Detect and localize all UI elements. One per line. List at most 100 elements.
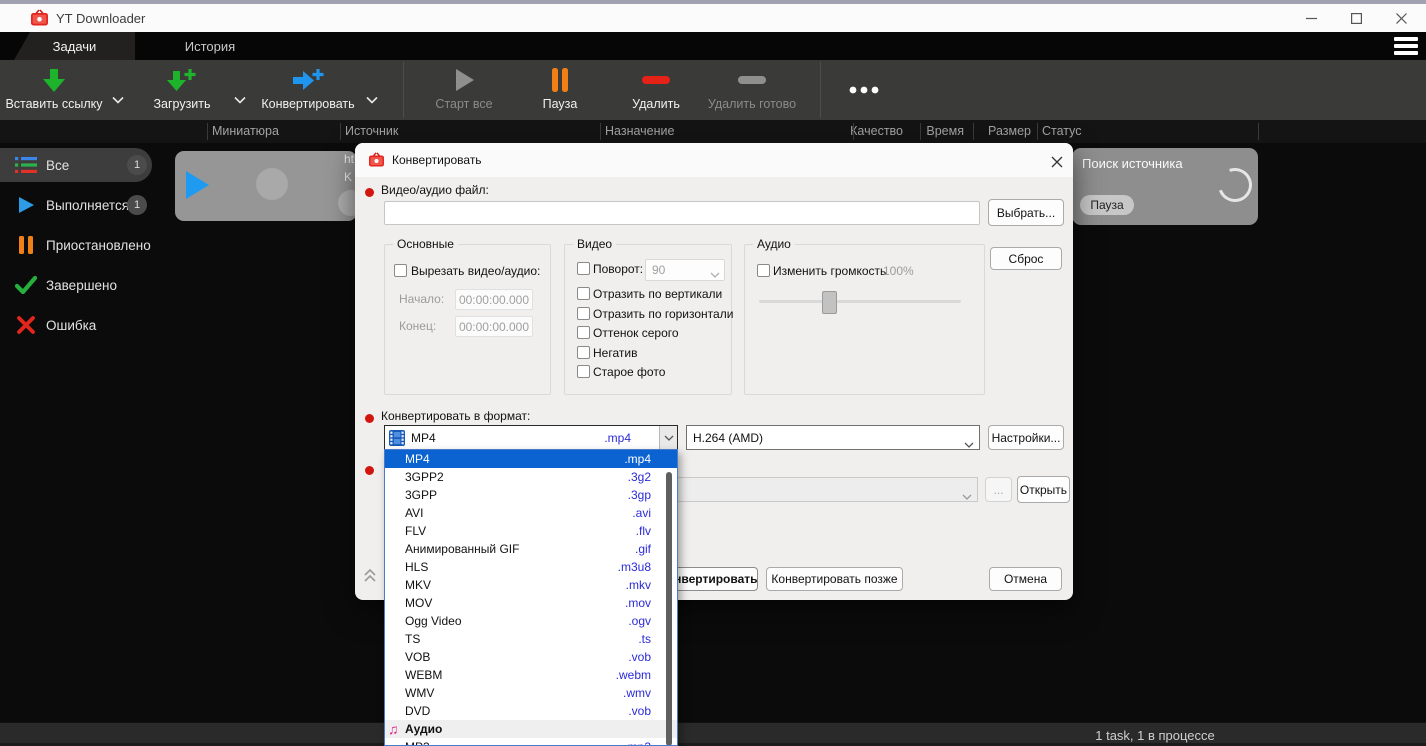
sidebar-item-all[interactable]: Все1: [0, 148, 152, 182]
codec-combobox[interactable]: H.264 (AMD): [686, 425, 980, 450]
source-pause-button[interactable]: Пауза: [1080, 195, 1134, 215]
format-dropdown-list: MP4.mp43GPP2.3g23GPP.3gpAVI.aviFLV.flvАн…: [384, 449, 678, 746]
toolbar-button-download[interactable]: Загрузить: [136, 65, 228, 115]
video-option-checkbox-2[interactable]: [577, 307, 590, 320]
toolbar-button-convert[interactable]: Конвертировать: [252, 65, 364, 115]
dropdown-item-mp4[interactable]: MP4.mp4: [385, 450, 677, 468]
tab-history[interactable]: История: [150, 32, 270, 60]
end-label: Конец:: [399, 319, 436, 333]
collapse-dialog-icon[interactable]: [361, 565, 379, 590]
dialog-app-icon: [368, 152, 385, 172]
convert-later-button[interactable]: Конвертировать позже: [766, 567, 903, 591]
output-browse-button: ...: [985, 477, 1012, 502]
maximize-button[interactable]: [1339, 4, 1373, 32]
minimize-button[interactable]: [1294, 4, 1328, 32]
choose-file-button[interactable]: Выбрать...: [988, 199, 1064, 226]
dropdown-item-avi[interactable]: AVI.avi: [385, 504, 677, 522]
volume-slider-thumb[interactable]: [822, 291, 837, 314]
start-time-field[interactable]: 00:00:00.000: [455, 289, 533, 310]
rotate-checkbox[interactable]: [577, 262, 590, 275]
video-option-checkbox-1[interactable]: [577, 287, 590, 300]
toolbar-separator: [820, 62, 821, 118]
toolbar-caret-convert[interactable]: [362, 93, 382, 107]
main-toolbar: Вставить ссылку Загрузить Конвертировать Ст…: [0, 60, 1426, 120]
toolbar-button-start-all: Старт все: [418, 65, 510, 115]
toolbar-caret-download[interactable]: [230, 93, 250, 107]
toolbar-button-paste-link[interactable]: Вставить ссылку: [0, 65, 108, 115]
task-source-text: ht: [344, 152, 354, 166]
video-option-label-4: Негатив: [593, 346, 637, 360]
column-header-5[interactable]: Время: [904, 124, 964, 138]
start-label: Начало:: [399, 292, 444, 306]
end-time-field[interactable]: 00:00:00.000: [455, 316, 533, 337]
dropdown-item--gif[interactable]: Анимированный GIF.gif: [385, 540, 677, 558]
dropdown-item-mov[interactable]: MOV.mov: [385, 594, 677, 612]
volume-checkbox[interactable]: [757, 264, 770, 277]
column-separator: [853, 123, 854, 140]
task-thumbnail[interactable]: [175, 151, 357, 221]
column-separator: [1037, 123, 1038, 140]
video-option-checkbox-3[interactable]: [577, 326, 590, 339]
dropdown-item-webm[interactable]: WEBM.webm: [385, 666, 677, 684]
volume-slider-track[interactable]: [759, 300, 961, 303]
file-input[interactable]: [384, 201, 980, 225]
dropdown-scrollbar[interactable]: [666, 472, 672, 746]
format-combobox[interactable]: MP4 .mp4: [384, 425, 678, 450]
pause-icon: [551, 65, 569, 95]
list-icon: [14, 156, 38, 174]
dropdown-section-audio[interactable]: ♫Аудио: [385, 720, 677, 738]
close-button[interactable]: [1384, 4, 1418, 32]
dropdown-item-ogg-video[interactable]: Ogg Video.ogv: [385, 612, 677, 630]
chevron-down-icon: [710, 267, 720, 281]
column-header-6[interactable]: Размер: [971, 124, 1031, 138]
toolbar-button-more[interactable]: [836, 65, 892, 115]
dropdown-item-3gpp2[interactable]: 3GPP2.3g2: [385, 468, 677, 486]
cut-checkbox[interactable]: [394, 264, 407, 277]
output-open-button[interactable]: Открыть: [1017, 476, 1070, 503]
pause-icon: [14, 235, 38, 255]
paste-link-icon: [41, 65, 67, 95]
dropdown-item-ts[interactable]: TS.ts: [385, 630, 677, 648]
sidebar-item-paused[interactable]: Приостановлено: [0, 228, 152, 262]
dropdown-item-mp3[interactable]: MP3.mp3: [385, 738, 677, 746]
column-header-4[interactable]: Качество: [843, 124, 903, 138]
play-icon: [14, 195, 38, 215]
format-caret[interactable]: [659, 426, 677, 449]
thumb-spinner-circle: [256, 168, 288, 200]
dropdown-item-hls[interactable]: HLS.m3u8: [385, 558, 677, 576]
dropdown-item-flv[interactable]: FLV.flv: [385, 522, 677, 540]
start-all-icon: [452, 65, 476, 95]
codec-settings-button[interactable]: Настройки...: [988, 425, 1064, 450]
column-header-2[interactable]: Источник: [345, 124, 398, 138]
dropdown-item-mkv[interactable]: MKV.mkv: [385, 576, 677, 594]
reset-button[interactable]: Сброс: [990, 247, 1062, 270]
dropdown-item-wmv[interactable]: WMV.wmv: [385, 684, 677, 702]
cancel-button[interactable]: Отмена: [989, 567, 1062, 591]
sidebar-item-running[interactable]: Выполняется1: [0, 188, 152, 222]
toolbar-button-pause[interactable]: Пауза: [518, 65, 602, 115]
sidebar-item-error[interactable]: Ошибка: [0, 308, 152, 342]
rotate-select[interactable]: 90: [645, 259, 725, 281]
column-header-1[interactable]: Миниатюра: [212, 124, 279, 138]
count-badge: 1: [127, 195, 147, 215]
dropdown-item-3gpp[interactable]: 3GPP.3gp: [385, 486, 677, 504]
menu-icon[interactable]: [1394, 37, 1418, 55]
dialog-close-icon[interactable]: [1046, 151, 1068, 173]
video-option-checkbox-5[interactable]: [577, 365, 590, 378]
column-separator: [600, 123, 601, 140]
table-header: Миниатюра Источник Назначение КачествоВремя…: [0, 120, 1426, 143]
toolbar-button-delete[interactable]: Удалить: [610, 65, 702, 115]
dropdown-item-dvd[interactable]: DVD.vob: [385, 702, 677, 720]
tab-tasks[interactable]: Задачи: [14, 32, 135, 60]
column-header-7[interactable]: Статус: [1042, 124, 1082, 138]
toolbar-caret-paste-link[interactable]: [108, 93, 128, 107]
video-option-checkbox-4[interactable]: [577, 346, 590, 359]
video-option-label-2: Отразить по горизонтали: [593, 307, 733, 321]
app-window: YT Downloader Задачи История Вставить сс…: [0, 0, 1426, 746]
dropdown-item-vob[interactable]: VOB.vob: [385, 648, 677, 666]
toolbar-button-delete-done: Удалить готово: [702, 65, 802, 115]
group-audio-title: Аудио: [753, 237, 795, 251]
sidebar-item-completed[interactable]: Завершено: [0, 268, 152, 302]
more-icon: [846, 75, 882, 105]
column-header-3[interactable]: Назначение: [605, 124, 674, 138]
